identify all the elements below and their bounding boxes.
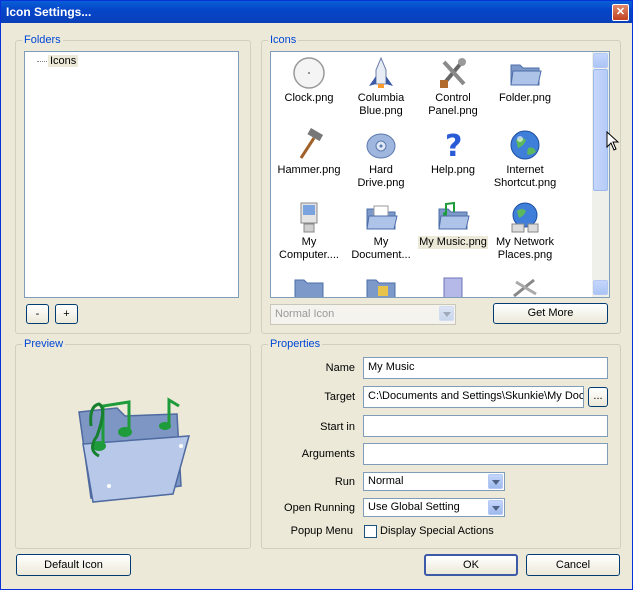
run-select[interactable]: Normal (363, 472, 505, 491)
cancel-button[interactable]: Cancel (526, 554, 620, 576)
icons-scrollbar[interactable] (592, 52, 609, 297)
properties-group-label: Properties (268, 338, 323, 350)
tree-item-icons[interactable]: Icons (48, 55, 79, 67)
icon-item-hammer[interactable]: Hammer.png (273, 128, 345, 177)
close-button[interactable]: ✕ (612, 4, 629, 21)
browse-button[interactable]: ... (588, 387, 608, 407)
default-icon-button[interactable]: Default Icon (16, 554, 131, 576)
arguments-field[interactable] (363, 443, 608, 465)
popup-menu-label: Popup Menu (290, 525, 353, 537)
partial-row-icon (508, 274, 542, 297)
open-running-label: Open Running (284, 502, 355, 514)
icon-item-control-panel[interactable]: Control Panel.png (417, 56, 489, 118)
icon-item-my-documents[interactable]: My Document... (345, 200, 417, 262)
svg-text:?: ? (445, 129, 462, 162)
icon-item-my-music[interactable]: My Music.png (417, 200, 489, 249)
icon-item-my-computer[interactable]: My Computer.... (273, 200, 345, 262)
popup-checkbox-label[interactable]: Display Special Actions (380, 525, 494, 537)
icon-item-internet-shortcut[interactable]: Internet Shortcut.png (489, 128, 561, 190)
chevron-down-icon[interactable] (488, 500, 503, 515)
scroll-down-button[interactable] (593, 280, 608, 295)
hard-drive-icon (364, 128, 398, 162)
computer-icon (292, 200, 326, 234)
icon-item-folder[interactable]: Folder.png (489, 56, 561, 105)
name-field[interactable]: My Music (363, 357, 608, 379)
mouse-cursor-icon (606, 130, 620, 151)
hammer-icon (292, 128, 326, 162)
music-folder-icon (436, 200, 470, 234)
title-bar[interactable]: Icon Settings... ✕ (1, 1, 632, 23)
icon-item-my-network-places[interactable]: My Network Places.png (489, 200, 561, 262)
popup-special-actions-checkbox[interactable] (364, 525, 377, 538)
get-more-button[interactable]: Get More (493, 303, 608, 324)
globe-icon (508, 128, 542, 162)
start-in-field[interactable] (363, 415, 608, 437)
documents-folder-icon (364, 200, 398, 234)
icon-item-clock[interactable]: Clock.png (273, 56, 345, 105)
chevron-down-icon (439, 306, 454, 321)
run-label: Run (334, 476, 355, 488)
remove-folder-button[interactable]: - (26, 304, 49, 324)
icons-grid[interactable]: Clock.png Columbia Blue.png Control Pane… (270, 51, 610, 298)
scroll-up-button[interactable] (593, 53, 608, 68)
folders-group-label: Folders (22, 34, 63, 46)
network-globe-icon (508, 200, 542, 234)
name-label: Name (325, 362, 355, 374)
icon-item-columbia-blue[interactable]: Columbia Blue.png (345, 56, 417, 118)
help-icon: ? (436, 128, 470, 164)
partial-row-icon (364, 274, 398, 297)
preview-group-label: Preview (22, 338, 66, 350)
target-label: Target (324, 391, 355, 403)
window-title: Icon Settings... (6, 5, 92, 19)
arguments-label: Arguments (301, 448, 355, 460)
music-folder-large-icon (69, 386, 199, 506)
shuttle-icon (364, 56, 398, 90)
ok-button[interactable]: OK (424, 554, 518, 576)
tree-connector (37, 61, 47, 62)
start-in-label: Start in (320, 421, 355, 433)
icon-settings-dialog: Icon Settings... ✕ Folders Icons - + Ico… (0, 0, 633, 590)
partial-row-icon (436, 274, 470, 297)
icon-item-hard-drive[interactable]: Hard Drive.png (345, 128, 417, 190)
icons-group-label: Icons (268, 34, 299, 46)
folder-icon (508, 56, 542, 90)
add-folder-button[interactable]: + (55, 304, 78, 324)
tools-icon (436, 56, 470, 90)
chevron-down-icon[interactable] (488, 474, 503, 489)
open-running-select[interactable]: Use Global Setting (363, 498, 505, 517)
target-field[interactable]: C:\Documents and Settings\Skunkie\My Doc (363, 386, 584, 408)
partial-row-icon (292, 274, 326, 297)
icon-mode-select[interactable]: Normal Icon (270, 304, 456, 325)
icon-item-help[interactable]: ? Help.png (417, 128, 489, 177)
scroll-thumb[interactable] (593, 69, 608, 191)
folders-tree[interactable]: Icons (24, 51, 239, 298)
clock-icon (292, 56, 326, 90)
